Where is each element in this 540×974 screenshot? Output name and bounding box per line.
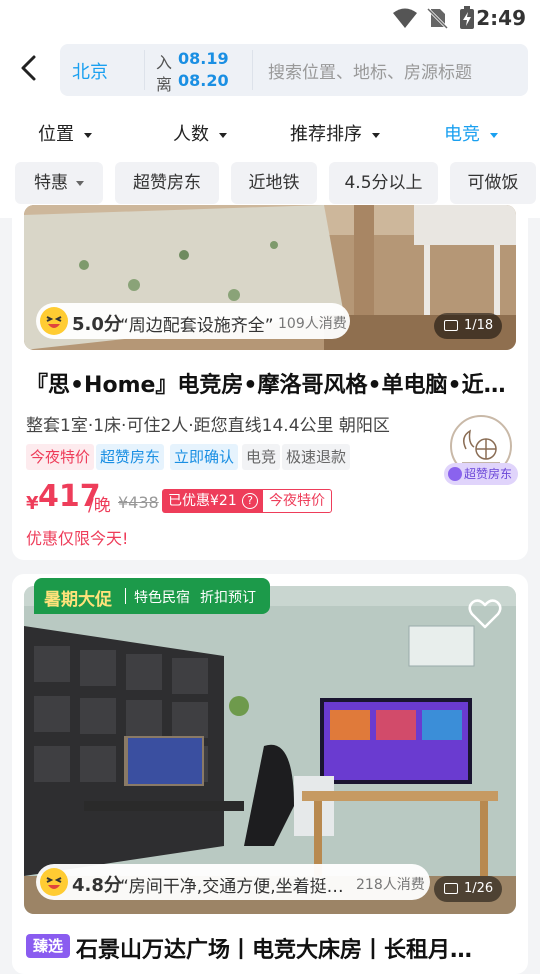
- rating-score: 4.8分: [72, 875, 122, 896]
- status-time: 2:49: [476, 6, 526, 30]
- discount-badge[interactable]: 已优惠¥21 ?: [162, 489, 262, 513]
- caret-down-icon: [372, 132, 380, 138]
- caret-down-icon: [84, 132, 92, 138]
- image-icon: [444, 883, 458, 894]
- tag: 电竞: [242, 444, 281, 470]
- checkin-label: 入: [156, 53, 173, 72]
- price-row: ¥ 417 /晚 ¥438 已优惠¥21 ? 今夜特价: [26, 479, 426, 519]
- original-price: ¥438: [118, 493, 159, 512]
- caret-down-icon: [490, 132, 498, 138]
- tag: 极速退款: [282, 444, 351, 470]
- review-quote: “周边配套设施齐全”: [120, 316, 274, 336]
- discount-text: 已优惠¥21: [168, 493, 237, 509]
- currency-symbol: ¥: [26, 493, 39, 514]
- promo-banner-title: 暑期大促: [44, 590, 112, 610]
- filter-label: 人数: [173, 124, 209, 145]
- chip-rating-4-5[interactable]: 4.5分以上: [329, 162, 438, 204]
- city-selector[interactable]: 北京: [72, 58, 108, 84]
- review-pill: 4.8分 “房间干净,交通方便,坐着挺… 218人消费: [36, 864, 430, 900]
- caret-down-icon: [76, 180, 84, 186]
- chip-label: 近地铁: [248, 173, 300, 193]
- superhost-badge-label: 超赞房东: [464, 467, 513, 481]
- review-quote: “房间干净,交通方便,坐着挺…: [120, 877, 344, 897]
- chip-label: 超赞房东: [133, 173, 201, 193]
- search-header: 北京 入 08.19 离 08.20 搜索位置、地标、房源标题: [0, 36, 540, 104]
- filter-label: 位置: [38, 124, 74, 145]
- price-unit: /晚: [88, 496, 111, 516]
- listing-title[interactable]: 石景山万达广场丨电竞大床房丨长租月…: [76, 932, 516, 964]
- listing-photo[interactable]: 5.0分 “周边配套设施齐全” 109人消费 1/18: [24, 205, 516, 350]
- photo-counter-text: 1/26: [464, 881, 494, 896]
- rating-score: 5.0分: [72, 314, 122, 335]
- wifi-icon: [393, 8, 417, 28]
- caret-down-icon: [219, 132, 227, 138]
- filter-label: 推荐排序: [290, 124, 362, 145]
- checkout-label: 离: [156, 75, 173, 94]
- checkout-date: 08.20: [178, 71, 229, 90]
- tag: 超赞房东: [96, 444, 165, 470]
- tag: 今夜特价: [26, 444, 95, 470]
- chip-label: 特惠: [34, 173, 68, 193]
- search-input[interactable]: 搜索位置、地标、房源标题: [268, 58, 472, 83]
- search-box[interactable]: 北京 入 08.19 离 08.20 搜索位置、地标、房源标题: [60, 44, 528, 96]
- chip-kitchen[interactable]: 可做饭: [450, 162, 536, 204]
- no-sim-icon: [426, 7, 448, 29]
- tag: 立即确认: [170, 444, 239, 470]
- host-avatar[interactable]: 超赞房东: [444, 415, 518, 485]
- info-icon[interactable]: ?: [242, 493, 258, 509]
- photo-counter-text: 1/18: [464, 318, 494, 333]
- grinning-face-icon: [40, 307, 68, 335]
- date-selector[interactable]: 入 08.19 离 08.20: [144, 44, 252, 96]
- chip-discount[interactable]: 特惠: [15, 162, 103, 204]
- premium-badge: 臻选: [26, 934, 70, 958]
- promo-banner: 暑期大促 特色民宿 折扣预订: [34, 578, 270, 614]
- status-bar: 2:49: [0, 0, 540, 36]
- listing-photo[interactable]: 4.8分 “房间干净,交通方便,坐着挺… 218人消费 1/26: [24, 586, 516, 914]
- promo-banner-sub: 折扣预订: [200, 590, 256, 606]
- filter-esports[interactable]: 电竞: [444, 120, 498, 146]
- chip-superhost[interactable]: 超赞房东: [115, 162, 219, 204]
- divider: [125, 588, 126, 604]
- review-pill: 5.0分 “周边配套设施齐全” 109人消费: [36, 303, 350, 339]
- promo-tag: 今夜特价: [262, 489, 332, 513]
- battery-charging-icon: [460, 6, 474, 29]
- superhost-badge: 超赞房东: [444, 463, 518, 485]
- checkin-date: 08.19: [178, 49, 229, 68]
- filter-sort[interactable]: 推荐排序: [290, 120, 380, 146]
- chip-near-subway[interactable]: 近地铁: [231, 162, 317, 204]
- filter-location[interactable]: 位置: [38, 120, 92, 146]
- tag-list: 今夜特价 超赞房东 立即确认 电竞 极速退款: [26, 444, 366, 470]
- chip-label: 可做饭: [467, 173, 519, 193]
- grinning-face-icon: [40, 868, 68, 896]
- filter-bar: 位置 人数 推荐排序 电竞: [0, 104, 540, 160]
- filter-label: 电竞: [444, 124, 480, 145]
- heart-icon[interactable]: [468, 598, 502, 630]
- photo-counter: 1/18: [434, 313, 502, 339]
- consumer-count: 218人消费: [356, 877, 425, 893]
- promo-notice: 优惠仅限今天!: [26, 529, 129, 548]
- divider: [252, 50, 253, 90]
- image-icon: [444, 320, 458, 331]
- photo-counter: 1/26: [434, 876, 502, 902]
- listing-card[interactable]: 5.0分 “周边配套设施齐全” 109人消费 1/18 『思•Home』电竞房•…: [12, 205, 528, 560]
- thumbs-up-icon: [448, 467, 462, 481]
- filter-guests[interactable]: 人数: [173, 120, 227, 146]
- promo-banner-sub: 特色民宿: [134, 590, 190, 606]
- consumer-count: 109人消费: [278, 316, 347, 332]
- listing-title[interactable]: 『思•Home』电竞房•摩洛哥风格•单电脑•近…: [26, 367, 506, 399]
- listing-subtitle: 整套1室·1床·可住2人·距您直线14.4公里 朝阳区: [26, 416, 390, 436]
- chip-label: 4.5分以上: [344, 173, 423, 193]
- listing-card[interactable]: 4.8分 “房间干净,交通方便,坐着挺… 218人消费 1/26 暑期大促 特色…: [12, 574, 528, 974]
- back-arrow-icon[interactable]: [14, 53, 44, 83]
